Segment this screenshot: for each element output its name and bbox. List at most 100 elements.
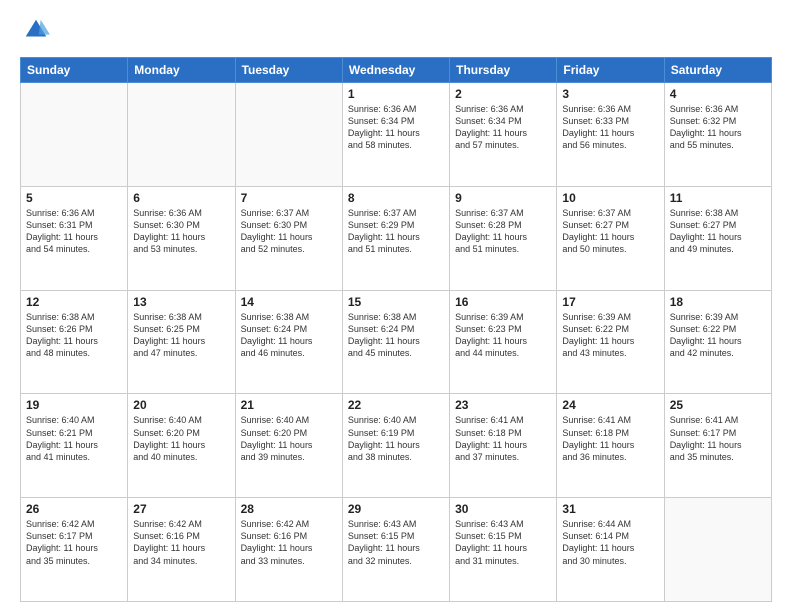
calendar-cell: 21Sunrise: 6:40 AMSunset: 6:20 PMDayligh…: [235, 394, 342, 498]
cell-info: Sunrise: 6:44 AMSunset: 6:14 PMDaylight:…: [562, 518, 658, 567]
calendar-cell: 9Sunrise: 6:37 AMSunset: 6:28 PMDaylight…: [450, 186, 557, 290]
calendar-cell: 6 Sunrise: 6:36 AMSunset: 6:30 PMDaylight…: [128, 186, 235, 290]
calendar-cell: 22 Sunrise: 6:40 AMSunset: 6:19 PMDayligh…: [342, 394, 449, 498]
calendar-cell: 11 Sunrise: 6:38 AMSunset: 6:27 PMDayligh…: [664, 186, 771, 290]
day-number: 26: [26, 502, 122, 516]
calendar-cell: 12 Sunrise: 6:38 AMSunset: 6:26 PMDayligh…: [21, 290, 128, 394]
calendar-cell: 3 Sunrise: 6:36 AMSunset: 6:33 PMDaylight…: [557, 83, 664, 187]
cell-info: Sunrise: 6:36 AMSunset: 6:32 PMDaylight:…: [670, 103, 766, 152]
calendar-cell: 18 Sunrise: 6:39 AMSunset: 6:22 PMDayligh…: [664, 290, 771, 394]
day-number: 17: [562, 295, 658, 309]
weekday-header-row: SundayMondayTuesdayWednesdayThursdayFrid…: [21, 58, 772, 83]
calendar-week-5: 26 Sunrise: 6:42 AMSunset: 6:17 PMDayligh…: [21, 498, 772, 602]
calendar-cell: 17 Sunrise: 6:39 AMSunset: 6:22 PMDayligh…: [557, 290, 664, 394]
day-number: 9: [455, 191, 551, 205]
calendar-week-2: 5 Sunrise: 6:36 AMSunset: 6:31 PMDaylight…: [21, 186, 772, 290]
calendar-cell: 25 Sunrise: 6:41 AMSunset: 6:17 PMDayligh…: [664, 394, 771, 498]
cell-info: Sunrise: 6:41 AMSunset: 6:17 PMDaylight:…: [670, 414, 766, 463]
cell-info: Sunrise: 6:36 AMSunset: 6:30 PMDaylight:…: [133, 207, 229, 256]
logo-icon: [22, 16, 50, 44]
day-number: 31: [562, 502, 658, 516]
cell-info: Sunrise: 6:39 AMSunset: 6:22 PMDaylight:…: [670, 311, 766, 360]
cell-info: Sunrise: 6:42 AMSunset: 6:17 PMDaylight:…: [26, 518, 122, 567]
cell-info: Sunrise: 6:38 AMSunset: 6:24 PMDaylight:…: [241, 311, 337, 360]
logo: [20, 16, 50, 49]
calendar-cell: 1Sunrise: 6:36 AMSunset: 6:34 PMDaylight…: [342, 83, 449, 187]
calendar-cell: 14Sunrise: 6:38 AMSunset: 6:24 PMDayligh…: [235, 290, 342, 394]
day-number: 19: [26, 398, 122, 412]
day-number: 2: [455, 87, 551, 101]
cell-info: Sunrise: 6:40 AMSunset: 6:21 PMDaylight:…: [26, 414, 122, 463]
day-number: 24: [562, 398, 658, 412]
weekday-header-sunday: Sunday: [21, 58, 128, 83]
cell-info: Sunrise: 6:38 AMSunset: 6:26 PMDaylight:…: [26, 311, 122, 360]
day-number: 6: [133, 191, 229, 205]
calendar-cell: 5 Sunrise: 6:36 AMSunset: 6:31 PMDaylight…: [21, 186, 128, 290]
day-number: 3: [562, 87, 658, 101]
calendar-week-4: 19 Sunrise: 6:40 AMSunset: 6:21 PMDayligh…: [21, 394, 772, 498]
calendar-cell: 13 Sunrise: 6:38 AMSunset: 6:25 PMDayligh…: [128, 290, 235, 394]
day-number: 25: [670, 398, 766, 412]
day-number: 4: [670, 87, 766, 101]
day-number: 22: [348, 398, 444, 412]
calendar-cell: 16 Sunrise: 6:39 AMSunset: 6:23 PMDayligh…: [450, 290, 557, 394]
cell-info: Sunrise: 6:38 AMSunset: 6:24 PMDaylight:…: [348, 311, 444, 360]
header: [20, 16, 772, 49]
day-number: 15: [348, 295, 444, 309]
calendar-cell: 31 Sunrise: 6:44 AMSunset: 6:14 PMDayligh…: [557, 498, 664, 602]
day-number: 13: [133, 295, 229, 309]
cell-info: Sunrise: 6:36 AMSunset: 6:31 PMDaylight:…: [26, 207, 122, 256]
weekday-header-wednesday: Wednesday: [342, 58, 449, 83]
cell-info: Sunrise: 6:36 AMSunset: 6:33 PMDaylight:…: [562, 103, 658, 152]
day-number: 11: [670, 191, 766, 205]
calendar-cell: [664, 498, 771, 602]
calendar-cell: 27Sunrise: 6:42 AMSunset: 6:16 PMDayligh…: [128, 498, 235, 602]
day-number: 20: [133, 398, 229, 412]
cell-info: Sunrise: 6:37 AMSunset: 6:27 PMDaylight:…: [562, 207, 658, 256]
day-number: 27: [133, 502, 229, 516]
cell-info: Sunrise: 6:43 AMSunset: 6:15 PMDaylight:…: [455, 518, 551, 567]
day-number: 5: [26, 191, 122, 205]
day-number: 7: [241, 191, 337, 205]
cell-info: Sunrise: 6:37 AMSunset: 6:29 PMDaylight:…: [348, 207, 444, 256]
calendar-cell: 24 Sunrise: 6:41 AMSunset: 6:18 PMDayligh…: [557, 394, 664, 498]
calendar-cell: 30 Sunrise: 6:43 AMSunset: 6:15 PMDayligh…: [450, 498, 557, 602]
calendar-cell: 8 Sunrise: 6:37 AMSunset: 6:29 PMDaylight…: [342, 186, 449, 290]
weekday-header-tuesday: Tuesday: [235, 58, 342, 83]
day-number: 29: [348, 502, 444, 516]
day-number: 8: [348, 191, 444, 205]
cell-info: Sunrise: 6:40 AMSunset: 6:20 PMDaylight:…: [241, 414, 337, 463]
cell-info: Sunrise: 6:38 AMSunset: 6:27 PMDaylight:…: [670, 207, 766, 256]
calendar-cell: 19 Sunrise: 6:40 AMSunset: 6:21 PMDayligh…: [21, 394, 128, 498]
calendar-cell: 28 Sunrise: 6:42 AMSunset: 6:16 PMDayligh…: [235, 498, 342, 602]
calendar-cell: 29Sunrise: 6:43 AMSunset: 6:15 PMDayligh…: [342, 498, 449, 602]
calendar-cell: 23 Sunrise: 6:41 AMSunset: 6:18 PMDayligh…: [450, 394, 557, 498]
page: SundayMondayTuesdayWednesdayThursdayFrid…: [0, 0, 792, 612]
day-number: 10: [562, 191, 658, 205]
calendar-cell: 4 Sunrise: 6:36 AMSunset: 6:32 PMDaylight…: [664, 83, 771, 187]
cell-info: Sunrise: 6:36 AMSunset: 6:34 PMDaylight:…: [348, 103, 444, 152]
day-number: 30: [455, 502, 551, 516]
calendar-cell: 26 Sunrise: 6:42 AMSunset: 6:17 PMDayligh…: [21, 498, 128, 602]
day-number: 28: [241, 502, 337, 516]
cell-info: Sunrise: 6:38 AMSunset: 6:25 PMDaylight:…: [133, 311, 229, 360]
weekday-header-thursday: Thursday: [450, 58, 557, 83]
weekday-header-friday: Friday: [557, 58, 664, 83]
day-number: 16: [455, 295, 551, 309]
cell-info: Sunrise: 6:39 AMSunset: 6:23 PMDaylight:…: [455, 311, 551, 360]
calendar-week-1: 1Sunrise: 6:36 AMSunset: 6:34 PMDaylight…: [21, 83, 772, 187]
calendar-cell: 7 Sunrise: 6:37 AMSunset: 6:30 PMDaylight…: [235, 186, 342, 290]
day-number: 12: [26, 295, 122, 309]
cell-info: Sunrise: 6:41 AMSunset: 6:18 PMDaylight:…: [562, 414, 658, 463]
calendar-table: SundayMondayTuesdayWednesdayThursdayFrid…: [20, 57, 772, 602]
day-number: 23: [455, 398, 551, 412]
cell-info: Sunrise: 6:40 AMSunset: 6:19 PMDaylight:…: [348, 414, 444, 463]
cell-info: Sunrise: 6:42 AMSunset: 6:16 PMDaylight:…: [241, 518, 337, 567]
calendar-cell: [235, 83, 342, 187]
cell-info: Sunrise: 6:39 AMSunset: 6:22 PMDaylight:…: [562, 311, 658, 360]
day-number: 18: [670, 295, 766, 309]
cell-info: Sunrise: 6:41 AMSunset: 6:18 PMDaylight:…: [455, 414, 551, 463]
cell-info: Sunrise: 6:37 AMSunset: 6:30 PMDaylight:…: [241, 207, 337, 256]
calendar-week-3: 12 Sunrise: 6:38 AMSunset: 6:26 PMDayligh…: [21, 290, 772, 394]
calendar-cell: 20Sunrise: 6:40 AMSunset: 6:20 PMDayligh…: [128, 394, 235, 498]
